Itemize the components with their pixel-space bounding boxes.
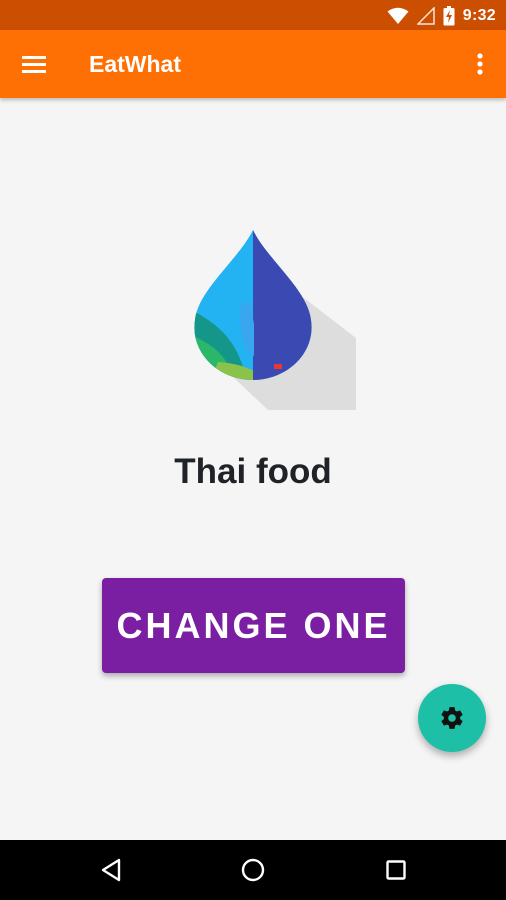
back-icon	[101, 858, 121, 882]
water-drop-logo	[194, 230, 356, 410]
signal-icon	[416, 7, 435, 25]
app-bar: EatWhat	[0, 30, 506, 98]
settings-fab[interactable]	[418, 684, 486, 752]
wifi-icon	[387, 7, 409, 24]
app-title: EatWhat	[89, 51, 181, 77]
navigation-bar	[0, 840, 506, 900]
change-one-button[interactable]: CHANGE ONE	[102, 578, 405, 673]
back-button[interactable]	[93, 852, 129, 888]
status-time: 9:32	[462, 7, 496, 24]
overflow-menu-button[interactable]	[466, 46, 494, 82]
menu-icon	[22, 56, 46, 73]
home-button[interactable]	[235, 852, 271, 888]
status-icons: 9:32	[387, 6, 496, 26]
more-vert-icon	[477, 53, 483, 75]
gear-icon	[441, 707, 463, 729]
home-icon	[241, 858, 265, 882]
menu-button[interactable]	[16, 46, 52, 82]
recents-button[interactable]	[378, 852, 414, 888]
recents-icon	[386, 860, 406, 880]
battery-charging-icon	[443, 6, 455, 26]
status-bar: 9:32	[0, 0, 506, 30]
food-name: Thai food	[174, 452, 332, 491]
